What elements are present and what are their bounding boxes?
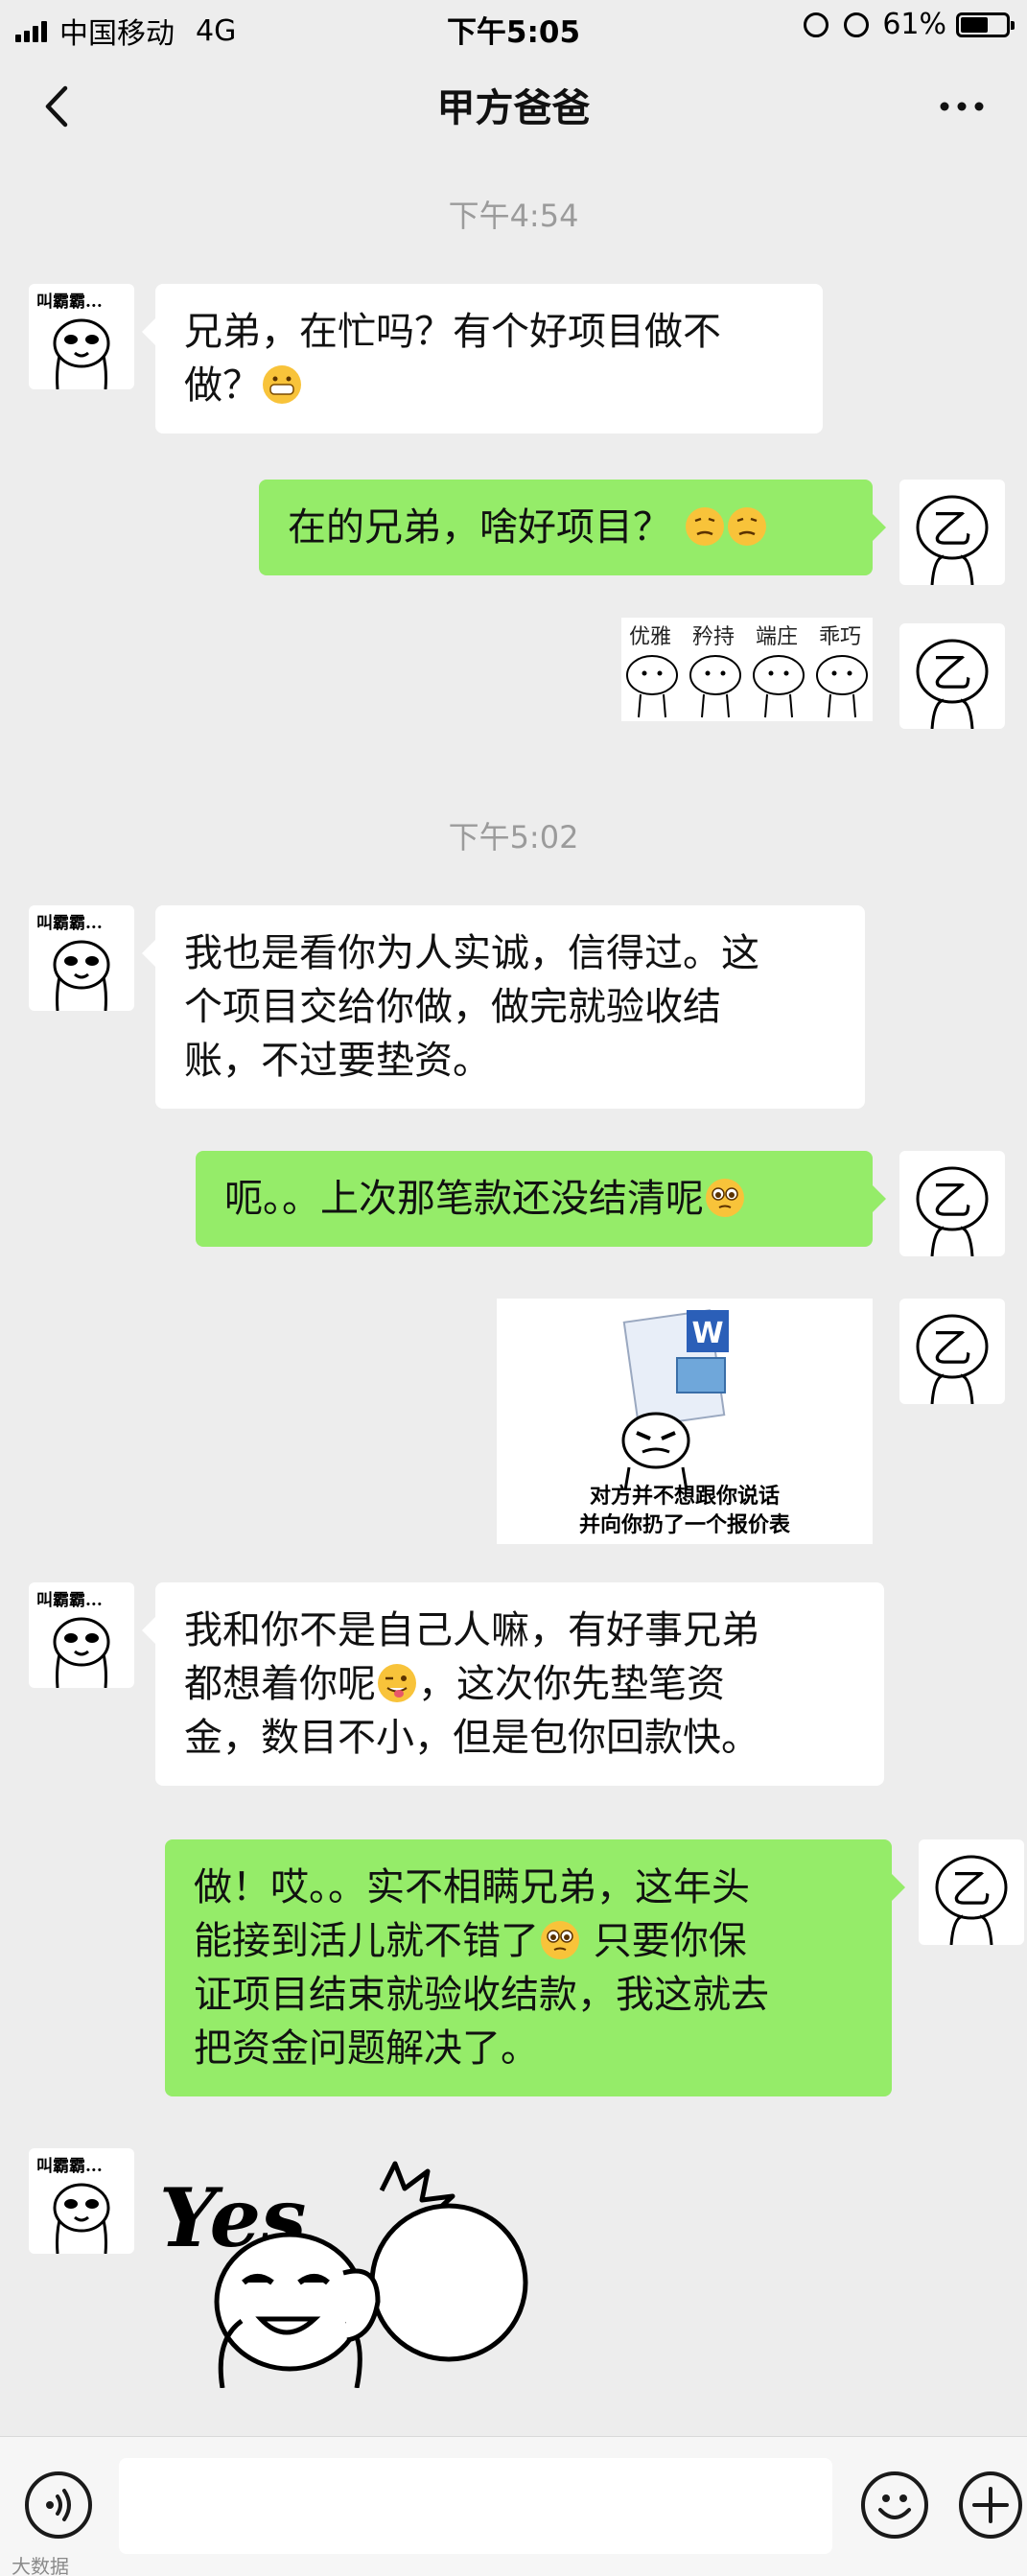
timestamp: 下午4:54	[448, 198, 579, 234]
avatar-label: 叫霸霸...	[36, 2157, 103, 2176]
pleading-emoji-icon	[706, 1179, 744, 1217]
thinking-emoji-icon	[727, 507, 766, 546]
message-bubble-incoming[interactable]: 我和你不是自己人嘛，有好事兄弟 都想着你呢 ，这次你先垫笔资 金，数目不小，但是包…	[142, 1582, 884, 1786]
status-bar: 中国移动 4G 下午5:05 61%	[0, 0, 1027, 54]
message-bubble-outgoing[interactable]: 呃。。上次那笔款还没结清呢	[196, 1151, 886, 1247]
pleading-emoji-icon	[541, 1921, 579, 1959]
yi-face-icon: 乙	[916, 639, 989, 729]
self-avatar[interactable]: 乙	[899, 480, 1005, 585]
chat-header: 甲方爸爸	[0, 54, 1027, 159]
message-bubble-incoming[interactable]: 我也是看你为人实诚，信得过。这 个项目交给你做，做完就验收结 账，不过要垫资。	[142, 905, 865, 1109]
self-avatar[interactable]: 乙	[919, 1839, 1024, 1945]
battery-icon	[956, 12, 1015, 37]
meme-caption: 并向你扔了一个报价表	[578, 1513, 790, 1537]
watermark: 大数据	[12, 2555, 69, 2576]
yes-sticker-icon: Yes	[159, 2161, 528, 2389]
self-avatar-char: 乙	[932, 505, 972, 552]
avatar-label: 叫霸霸...	[36, 1591, 103, 1610]
plus-button[interactable]	[959, 2471, 1022, 2539]
wink-tongue-emoji-icon	[378, 1664, 416, 1702]
battery-fill	[961, 16, 989, 33]
yes-sticker-message[interactable]: Yes	[155, 2158, 558, 2389]
svg-text:W: W	[691, 1317, 723, 1350]
rotation-lock-icon	[804, 12, 829, 37]
voice-icon	[46, 2489, 71, 2521]
message-bubble-outgoing[interactable]: 做！哎。。实不相瞒兄弟，这年头 能接到活儿就不错了 只要你保 证项目结束就验收结…	[165, 1839, 905, 2096]
timestamp: 下午5:02	[448, 819, 579, 855]
message-bubble-outgoing[interactable]: 在的兄弟，啥好项目？	[259, 480, 886, 575]
battery-percent: 61%	[882, 8, 946, 41]
self-avatar[interactable]: 乙	[899, 623, 1005, 729]
self-avatar[interactable]: 乙	[899, 1299, 1005, 1404]
avatar-label: 叫霸霸...	[36, 293, 103, 312]
status-right: 61%	[788, 8, 1015, 41]
self-avatar-char: 乙	[951, 1865, 992, 1912]
sticker-message[interactable]: 优雅 矜持 端庄 乖巧	[621, 618, 873, 721]
yi-face-icon: 乙	[916, 1314, 989, 1404]
meme-image[interactable]: W 对方并不想跟你说话 并向你扔了一个报价表	[497, 1299, 873, 1544]
self-avatar-char: 乙	[932, 649, 972, 696]
voice-button[interactable]	[25, 2471, 92, 2539]
self-avatar-char: 乙	[932, 1177, 972, 1224]
message-bubble-incoming[interactable]: 兄弟，在忙吗？有个好项目做不 做？	[142, 284, 823, 433]
emoji-icon	[878, 2494, 911, 2519]
message-input[interactable]	[119, 2458, 832, 2554]
four-faces-sticker-icon	[626, 655, 868, 718]
contact-avatar[interactable]: 叫霸霸...	[29, 2148, 134, 2254]
input-bar	[0, 2436, 1027, 2576]
meme-caption: 对方并不想跟你说话	[589, 1485, 780, 1509]
contact-avatar[interactable]: 叫霸霸...	[29, 284, 134, 389]
self-avatar-char: 乙	[932, 1324, 972, 1371]
avatar-label: 叫霸霸...	[36, 914, 103, 933]
message-text: 在的兄弟，啥好项目？	[288, 505, 671, 550]
yi-face-icon: 乙	[916, 495, 989, 585]
chat-title: 甲方爸爸	[436, 86, 591, 130]
message-text: 呃。。上次那笔款还没结清呢	[224, 1177, 704, 1221]
alarm-icon	[844, 12, 870, 37]
contact-avatar[interactable]: 叫霸霸...	[29, 1582, 134, 1688]
contact-avatar[interactable]: 叫霸霸...	[29, 905, 134, 1011]
grin-emoji-icon	[263, 365, 301, 404]
more-dots-icon[interactable]	[933, 82, 991, 130]
self-avatar[interactable]: 乙	[899, 1151, 1005, 1256]
yi-face-icon: 乙	[916, 1166, 989, 1256]
plus-icon	[972, 2487, 1009, 2523]
thinking-emoji-icon	[685, 507, 724, 546]
message-text: 我也是看你为人实诚，信得过。这 个项目交给你做，做完就验收结 账，不过要垫资。	[184, 931, 759, 1083]
emoji-button[interactable]	[861, 2471, 928, 2539]
yi-face-icon: 乙	[935, 1855, 1008, 1945]
